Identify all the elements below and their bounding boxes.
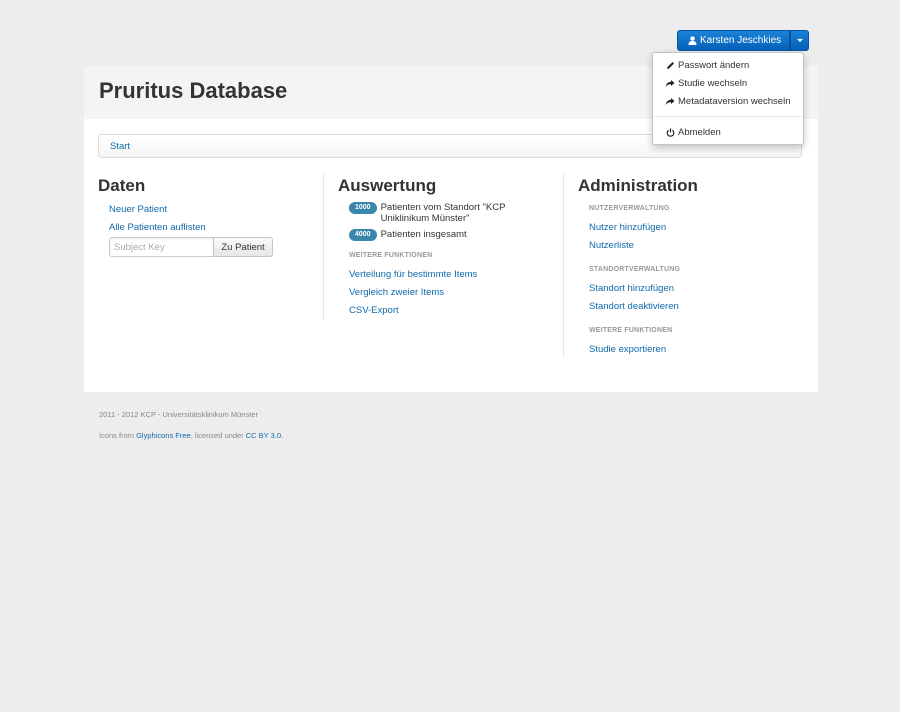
menu-item-switch-metadata[interactable]: Metadataversion wechseln	[665, 96, 790, 107]
page-title: Pruritus Database	[99, 78, 288, 103]
go-to-patient-button[interactable]: Zu Patient	[213, 237, 273, 257]
subject-search-group: Zu Patient	[109, 237, 273, 257]
footer-credits: Icons from Glyphicons Free, licensed und…	[99, 431, 283, 440]
footer-licensed-text: , licensed under	[190, 431, 246, 440]
deactivate-site-link[interactable]: Standort deaktivieren	[589, 301, 679, 312]
auswertung-column: Auswertung 1000 Patienten vom Standort "…	[338, 176, 558, 316]
add-site-link[interactable]: Standort hinzufügen	[589, 283, 674, 294]
auswertung-heading: Auswertung	[338, 176, 437, 195]
section-label-site-management: STANDORTVERWALTUNG	[589, 266, 681, 273]
section-label-weitere-funktionen: WEITERE FUNKTIONEN	[349, 252, 433, 259]
license-link[interactable]: CC BY 3.0	[246, 431, 281, 440]
subject-key-input[interactable]	[109, 237, 213, 257]
stat-site-patients: 1000 Patienten vom Standort "KCP Uniklin…	[349, 202, 529, 224]
column-divider	[563, 174, 564, 358]
count-badge: 4000	[349, 229, 377, 241]
share-arrow-icon	[665, 97, 675, 107]
export-study-link[interactable]: Studie exportieren	[589, 344, 666, 355]
daten-column: Daten Neuer Patient Alle Patienten aufli…	[98, 176, 318, 233]
footer-period: .	[281, 431, 284, 440]
count-badge: 1000	[349, 202, 377, 214]
menu-item-label: Abmelden	[678, 127, 721, 138]
glyphicons-link[interactable]: Glyphicons Free	[136, 431, 191, 440]
menu-item-change-password[interactable]: Passwort ändern	[665, 60, 749, 71]
menu-item-label: Metadataversion wechseln	[678, 96, 791, 107]
user-button[interactable]: Karsten Jeschkies	[677, 30, 791, 51]
administration-column: Administration NUTZERVERWALTUNG Nutzer h…	[578, 176, 798, 355]
section-label-user-management: NUTZERVERWALTUNG	[589, 205, 670, 212]
section-label-more-functions: WEITERE FUNKTIONEN	[589, 327, 673, 334]
user-button-group: Karsten Jeschkies	[677, 30, 810, 51]
daten-heading: Daten	[98, 176, 146, 195]
user-list-link[interactable]: Nutzerliste	[589, 240, 634, 251]
administration-heading: Administration	[578, 176, 698, 195]
share-arrow-icon	[665, 79, 675, 89]
stat-text: Patienten insgesamt	[380, 229, 467, 240]
menu-item-switch-study[interactable]: Studie wechseln	[665, 78, 747, 89]
caret-down-icon	[796, 39, 803, 42]
stat-text: Patienten vom Standort "KCP Uniklinikum …	[380, 202, 506, 224]
menu-item-logout[interactable]: Abmelden	[665, 127, 721, 138]
user-name: Karsten Jeschkies	[700, 35, 782, 46]
menu-item-label: Studie wechseln	[678, 78, 748, 89]
pencil-icon	[665, 61, 675, 71]
stat-total-patients: 4000 Patienten insgesamt	[349, 229, 529, 241]
compare-items-link[interactable]: Vergleich zweier Items	[349, 287, 444, 298]
add-user-link[interactable]: Nutzer hinzufügen	[589, 222, 666, 233]
column-divider	[323, 174, 324, 320]
footer-copyright: 2011 - 2012 KCP - Universitätsklinikum M…	[99, 410, 258, 419]
user-icon	[687, 36, 697, 46]
menu-item-label: Passwort ändern	[678, 60, 750, 71]
user-dropdown-menu: Passwort ändern Studie wechseln Metadata…	[652, 52, 804, 145]
footer-icons-prefix: Icons from	[99, 431, 137, 440]
menu-divider	[654, 116, 802, 117]
main-panel: Start Daten Neuer Patient Alle Patienten…	[84, 119, 818, 392]
breadcrumb-start-link[interactable]: Start	[110, 141, 130, 152]
list-patients-link[interactable]: Alle Patienten auflisten	[109, 222, 206, 233]
user-dropdown-toggle[interactable]	[790, 30, 810, 51]
csv-export-link[interactable]: CSV-Export	[349, 305, 399, 316]
power-icon	[665, 128, 675, 138]
new-patient-link[interactable]: Neuer Patient	[109, 204, 167, 215]
distribution-items-link[interactable]: Verteilung für bestimmte Items	[349, 269, 477, 280]
